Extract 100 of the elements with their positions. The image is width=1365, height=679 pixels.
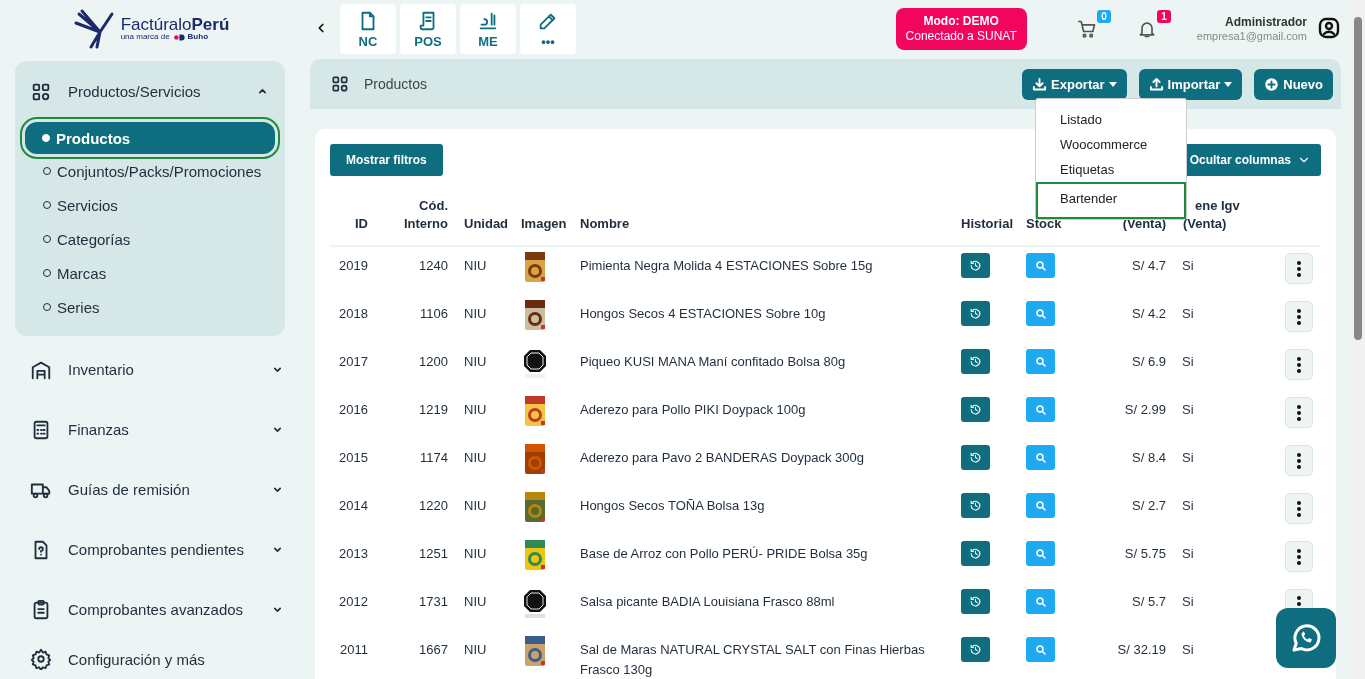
table-cell-text: 2018 (338, 305, 369, 323)
table-cell-text: Si (1181, 449, 1195, 467)
table-cell-text: 2012 (338, 593, 369, 611)
whatsapp-button[interactable] (1276, 608, 1336, 668)
quick-action-button[interactable]: ME (460, 4, 516, 54)
table-cell-text: Si (1181, 401, 1195, 419)
table-cell-text: 1174 (419, 449, 449, 467)
table-cell-text: S/ 4.7 (1131, 257, 1167, 275)
search-icon (1034, 451, 1047, 464)
user-avatar-icon (1317, 15, 1341, 40)
history-icon (969, 403, 982, 416)
more-button[interactable] (1285, 493, 1313, 524)
more-button[interactable] (1285, 349, 1313, 380)
table-cell-text: 1667 (418, 641, 449, 659)
search-icon (1034, 355, 1047, 368)
history-button[interactable] (961, 253, 990, 278)
gear-icon (30, 648, 52, 671)
user-name: Administrador (1224, 15, 1307, 30)
sidebar-subitem[interactable]: Servicios (15, 188, 285, 222)
sidebar-item[interactable]: Guías de remisión (0, 459, 300, 520)
menu-item[interactable]: Listado (1036, 107, 1186, 132)
table-cell-text: S/ 5.75 (1123, 545, 1167, 563)
table-cell-text: NIU (463, 257, 488, 275)
brand-mark-icon (171, 32, 186, 42)
history-button[interactable] (961, 637, 990, 662)
kebab-icon (1297, 260, 1301, 277)
table-cell-text: NIU (463, 449, 488, 467)
sidebar-subitem[interactable]: Series (15, 290, 285, 324)
table-cell-text: Piqueo KUSI MANA Maní confitado Bolsa 80g (579, 353, 847, 371)
table-cell-text: 1240 (418, 257, 449, 275)
more-button[interactable] (1285, 445, 1313, 476)
sidebar-item[interactable]: Inventario (0, 339, 300, 400)
more-button[interactable] (1285, 253, 1313, 284)
table-cell-text: NIU (463, 401, 488, 419)
grid-icon (330, 74, 350, 94)
history-button[interactable] (961, 349, 990, 374)
table-cell-text: NIU (463, 593, 488, 611)
history-button[interactable] (961, 541, 990, 566)
table-cell-text: NIU (463, 353, 488, 371)
sidebar-item[interactable]: Finanzas (0, 399, 300, 460)
history-button[interactable] (961, 493, 990, 518)
quick-action-button[interactable]: NC (340, 4, 396, 54)
quick-action-button[interactable]: POS (400, 4, 456, 54)
table-cell-text: NIU (463, 497, 488, 515)
history-button[interactable] (961, 589, 990, 614)
more-button[interactable] (1285, 301, 1313, 332)
kebab-icon (1297, 548, 1301, 565)
search-icon (1034, 499, 1047, 512)
history-icon (969, 595, 982, 608)
history-button[interactable] (961, 301, 990, 326)
table-cell-text: Si (1181, 593, 1195, 611)
more-button[interactable] (1285, 397, 1313, 428)
toolbar-button[interactable]: Exportar (1022, 68, 1127, 100)
history-icon (969, 451, 982, 464)
table-cell-text: 2011 (339, 641, 369, 659)
sidebar-item[interactable]: Productos/Servicios (15, 61, 285, 122)
history-icon (969, 499, 982, 512)
history-icon (969, 547, 982, 560)
sidebar-item[interactable]: Comprobantes avanzados (0, 579, 300, 640)
more-button[interactable] (1285, 589, 1313, 608)
search-icon (1034, 307, 1047, 320)
brand-name: FactúraloPerú (120, 15, 230, 33)
more-button[interactable] (1285, 541, 1313, 572)
table-cell-text: Si (1181, 353, 1195, 371)
sidebar-subitem[interactable]: Categorías (15, 222, 285, 256)
filter-button[interactable]: Mostrar filtros (330, 144, 443, 176)
sidebar-subitem[interactable]: Conjuntos/Packs/Promociones (15, 154, 285, 188)
table-cell-text: Si (1181, 497, 1195, 515)
table-cell-text: NIU (463, 641, 488, 659)
table-cell-text: S/ 2.99 (1123, 401, 1167, 419)
sidebar-subitem[interactable]: Marcas (15, 256, 285, 290)
history-button[interactable] (961, 397, 990, 422)
history-button[interactable] (961, 445, 990, 470)
table-cell-text: Aderezo para Pavo 2 BANDERAS Doypack 300g (579, 449, 865, 467)
demo-mode-badge: Modo: DEMO Conectado a SUNAT (895, 8, 1027, 50)
search-icon (1034, 259, 1047, 272)
toolbar-button[interactable]: Importar (1138, 68, 1243, 100)
table-cell-text: 2013 (338, 545, 369, 563)
table-cell-text: 2016 (338, 401, 369, 419)
table-cell-text: 2017 (338, 353, 369, 371)
table-cell-text: Base de Arroz con Pollo PERÚ- PRIDE Bolsa 35g (579, 545, 869, 563)
quick-action-button[interactable]: ••• (520, 4, 576, 54)
table-cell-text: 1731 (418, 593, 449, 611)
column-header: Nombre (579, 215, 631, 233)
table-cell-text: 1200 (418, 353, 449, 371)
table-cell-text: 2019 (338, 257, 369, 275)
table-cell-text: S/ 4.2 (1131, 305, 1167, 323)
table-cell-text: S/ 32.19 (1116, 641, 1167, 659)
sidebar-item[interactable]: Configuración y más (0, 639, 300, 679)
table-cell-text: S/ 6.9 (1131, 353, 1167, 371)
toolbar-button[interactable]: Nuevo (1254, 68, 1333, 100)
table-cell-text: NIU (463, 545, 488, 563)
sidebar-item[interactable]: Comprobantes pendientes (0, 519, 300, 580)
scrollbar[interactable] (1351, 0, 1365, 679)
table-cell-text: Pimienta Negra Molida 4 ESTACIONES Sobre 15g (579, 257, 874, 275)
kebab-icon (1297, 308, 1301, 325)
plus-circle-icon (1264, 76, 1280, 92)
table-cell-text: Salsa picante BADIA Louisiana Frasco 88ml (579, 593, 836, 611)
table-cell-text: 1219 (418, 401, 449, 419)
history-icon (969, 259, 982, 272)
